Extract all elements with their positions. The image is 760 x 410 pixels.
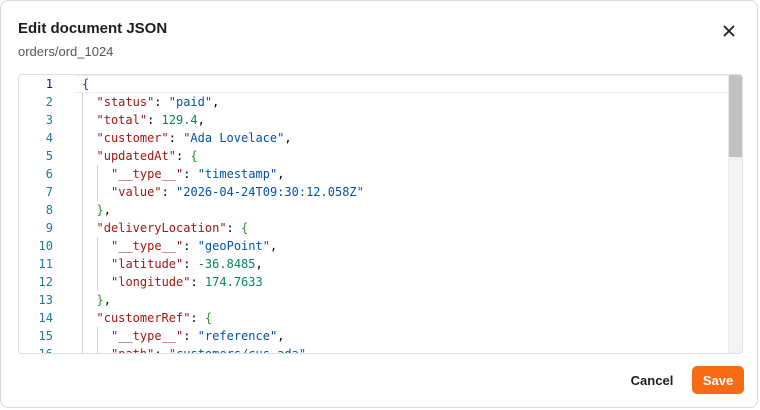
vertical-scrollbar[interactable] [728,75,742,353]
code-line: "customer": "Ada Lovelace", [96,131,292,145]
code-line: "__type__": "geoPoint", [111,239,278,253]
code-area[interactable]: { "status": "paid", "total": 129.4, "custom… [75,75,728,353]
document-path: orders/ord_1024 [18,44,114,59]
close-icon [723,24,735,42]
json-editor[interactable]: 1 2 3 4 5 6 7 8 9 10 11 12 13 14 15 16 {"status": "paid… [18,74,743,354]
code-line: "status": "paid", [96,95,220,109]
code-line: "value": "2026-04-24T09:30:12.058Z" [111,185,364,199]
line-number: 14 [38,311,53,325]
indent-guide [82,165,83,183]
indent-guide [82,219,83,237]
indent-guide [82,327,83,345]
indent-guide [96,345,98,353]
line-number: 3 [45,113,53,127]
code-line: "total": 129.4, [96,113,205,127]
line-number: 10 [38,239,53,253]
indent-guide [82,129,83,147]
indent-guide [82,291,83,309]
code-line: "__type__": "timestamp", [111,167,285,181]
indent-guide [82,183,83,201]
indent-guide [82,93,83,111]
current-line-highlight [75,75,728,93]
code-line: { [82,77,90,91]
indent-guide [96,165,98,183]
line-number: 5 [45,149,53,163]
scrollbar-thumb[interactable] [729,75,742,157]
indent-guide [96,183,98,201]
line-number: 15 [38,329,53,343]
line-number: 1 [45,77,53,91]
cancel-button[interactable]: Cancel [618,367,686,393]
line-number: 4 [45,131,53,145]
line-number: 12 [38,275,53,289]
indent-guide [82,273,83,291]
indent-guide [82,201,83,219]
code-line: }, [96,293,111,307]
line-number: 16 [38,347,53,354]
indent-guide [82,309,83,327]
code-line: "__type__": "reference", [111,329,285,343]
code-line: "latitude": -36.8485, [111,257,263,271]
line-number: 13 [38,293,53,307]
code-line: "deliveryLocation": { [96,221,249,235]
line-number: 2 [45,95,53,109]
line-number-gutter: 1 2 3 4 5 6 7 8 9 10 11 12 13 14 15 16 [19,75,63,353]
code-line: "updatedAt": { [96,149,198,163]
edit-json-dialog: Edit document JSON orders/ord_1024 12345… [0,0,758,408]
line-number: 8 [45,203,53,217]
indent-guide [82,111,83,129]
line-number: 6 [45,167,53,181]
indent-guide [82,147,83,165]
indent-guide [82,255,83,273]
close-button[interactable] [718,22,740,44]
code-line: "longitude": 174.7633 [111,275,263,289]
indent-guide [82,345,83,353]
dialog-title: Edit document JSON [18,20,168,37]
code-line: }, [96,203,111,217]
save-button[interactable]: Save [692,366,744,394]
indent-guide [96,273,98,291]
line-number: 7 [45,185,53,199]
code-line: "customerRef": { [96,311,213,325]
indent-guide [96,237,98,255]
indent-guide [96,255,98,273]
line-number: 9 [45,221,53,235]
line-number: 11 [38,257,53,271]
indent-guide [82,237,83,255]
code-line: "path": "customers/cus_ada" [111,347,307,354]
indent-guide [96,327,98,345]
